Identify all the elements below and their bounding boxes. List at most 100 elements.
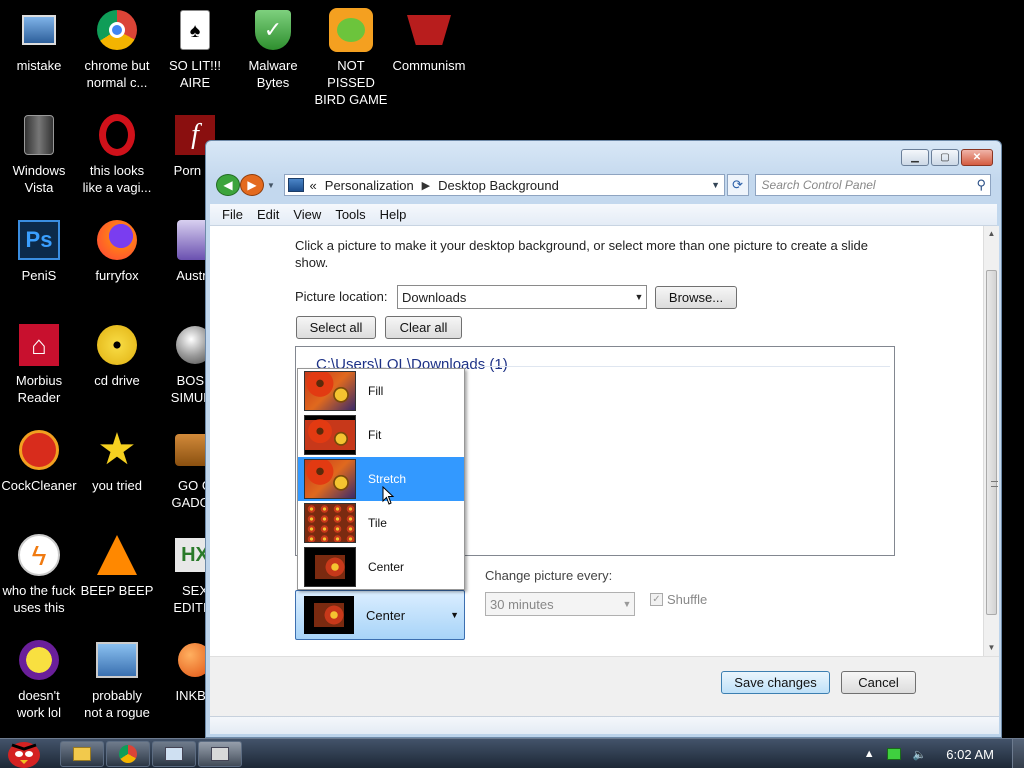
desktop-icon-lightning[interactable]: ϟ who the fuck uses this: [0, 531, 78, 616]
forward-button[interactable]: ▶: [240, 174, 264, 196]
position-option-stretch[interactable]: Stretch: [298, 457, 464, 501]
desktop-icon-vlc-cone[interactable]: BEEP BEEP: [78, 531, 156, 599]
desktop-icon-solitaire[interactable]: ♠ SO LIT!!! AIRE: [156, 6, 234, 91]
breadcrumb-desktop-background[interactable]: Desktop Background: [438, 178, 559, 193]
desktop-icon-label: furryfox: [95, 268, 139, 283]
shuffle-checkbox[interactable]: ✓ Shuffle: [650, 592, 707, 607]
desktop-icon-trash-can[interactable]: Windows Vista: [0, 111, 78, 196]
desktop-icon-label: SO LIT!!! AIRE: [168, 58, 221, 90]
picture-position-select[interactable]: Center ▼: [295, 590, 465, 640]
cancel-button[interactable]: Cancel: [841, 671, 916, 694]
desktop-icon-label: NOT PISSED BIRD GAME: [314, 58, 388, 107]
desktop-icon-star[interactable]: ★ you tried: [78, 426, 156, 494]
cd-icon: [93, 321, 141, 369]
desktop-icon-gears-monitor[interactable]: probably not a rogue: [78, 636, 156, 721]
menu-view[interactable]: View: [286, 207, 328, 222]
position-option-center[interactable]: Center: [298, 545, 464, 589]
back-button[interactable]: ◀: [216, 174, 240, 196]
desktop-icon-label: chrome but normal c...: [84, 58, 150, 90]
picture-location-select[interactable]: Downloads ▼: [397, 285, 647, 309]
clear-all-button[interactable]: Clear all: [385, 316, 462, 339]
breadcrumb-personalization[interactable]: Personalization: [325, 178, 414, 193]
taskbar-explorer-button[interactable]: [60, 741, 104, 767]
close-button[interactable]: ✕: [961, 149, 993, 166]
maximize-button[interactable]: ▢: [931, 149, 959, 166]
taskbar-control-panel-button[interactable]: [198, 741, 242, 767]
stretch-thumbnail: [304, 459, 356, 499]
taskbar-chrome-button[interactable]: [106, 741, 150, 767]
center-thumbnail: [304, 547, 356, 587]
navigation-bar: ◀ ▶ ▼ « Personalization ▶ Desktop Backgr…: [216, 173, 991, 197]
address-bar[interactable]: « Personalization ▶ Desktop Background ▼: [283, 174, 725, 196]
position-option-label: Stretch: [368, 472, 407, 486]
desktop-icon-ccleaner[interactable]: CockCleaner: [0, 426, 78, 494]
menu-file[interactable]: File: [210, 207, 250, 222]
mouse-cursor-icon: [382, 486, 395, 505]
checkbox-check-icon[interactable]: ✓: [650, 593, 663, 606]
show-hidden-icons[interactable]: ▲: [864, 748, 875, 760]
menu-help[interactable]: Help: [373, 207, 414, 222]
desktop-icon-computer[interactable]: mistake: [0, 6, 78, 74]
show-desktop-button[interactable]: [1012, 739, 1024, 768]
position-option-tile[interactable]: Tile: [298, 501, 464, 545]
start-button[interactable]: [2, 733, 46, 768]
recent-pages-dropdown-icon[interactable]: ▼: [267, 181, 275, 190]
address-dropdown-icon[interactable]: ▼: [708, 180, 724, 190]
position-option-label: Fill: [368, 384, 384, 398]
search-input[interactable]: Search Control Panel ⚲: [754, 174, 991, 196]
desktop-icon-label: BEEP BEEP: [80, 583, 154, 598]
network-icon[interactable]: [886, 748, 901, 760]
desktop-icon-chrome[interactable]: chrome but normal c...: [78, 6, 156, 91]
chevron-down-icon: ▼: [634, 292, 644, 302]
desktop-icon-opera[interactable]: this looks like a vagi...: [78, 111, 156, 196]
picture-location-value: Downloads: [402, 289, 467, 305]
desktop-icon-label: Communism: [392, 58, 466, 73]
volume-icon[interactable]: 🔈: [913, 748, 927, 761]
taskbar: ▲ 🔈 6:02 AM: [0, 738, 1024, 768]
taskbar-window-button[interactable]: [152, 741, 196, 767]
change-picture-label: Change picture every:: [485, 568, 613, 583]
position-option-fit[interactable]: Fit: [298, 413, 464, 457]
footer-bar: Save changes Cancel: [210, 656, 999, 716]
interval-value: 30 minutes: [490, 596, 554, 612]
breadcrumb-overflow[interactable]: «: [310, 178, 317, 193]
desktop-icon-yahoo[interactable]: doesn't work lol: [0, 636, 78, 721]
position-option-label: Tile: [368, 516, 387, 530]
desktop-icon-green-pig[interactable]: NOT PISSED BIRD GAME: [312, 6, 390, 108]
position-option-fill[interactable]: Fill: [298, 369, 464, 413]
scrollbar-thumb[interactable]: [986, 270, 998, 615]
scroll-down-icon[interactable]: ▼: [984, 640, 999, 656]
menu-edit[interactable]: Edit: [250, 207, 286, 222]
desktop-icon-label: doesn't work lol: [16, 688, 62, 720]
refresh-button[interactable]: ⟳: [726, 174, 749, 196]
browse-button[interactable]: Browse...: [655, 286, 737, 309]
picture-position-menu: Fill Fit Stretch Tile Center: [297, 368, 465, 590]
vertical-scrollbar[interactable]: ▲ ▼: [983, 226, 999, 656]
desktop-icon-shield[interactable]: ✓ Malware Bytes: [234, 6, 312, 91]
yahoo-icon: [15, 636, 63, 684]
interval-select[interactable]: 30 minutes ▼: [485, 592, 635, 616]
desktop-icon-photoshop[interactable]: Ps PeniS: [0, 216, 78, 284]
select-all-button[interactable]: Select all: [296, 316, 376, 339]
star-icon: ★: [97, 425, 137, 474]
pdf-icon: ⌂: [15, 321, 63, 369]
chrome-icon: [119, 745, 137, 763]
desktop-icon-firefox[interactable]: furryfox: [78, 216, 156, 284]
desktop-icon-label: probably not a rogue: [84, 688, 150, 720]
save-changes-button[interactable]: Save changes: [721, 671, 830, 694]
tile-thumbnail: [304, 503, 356, 543]
menu-tools[interactable]: Tools: [328, 207, 372, 222]
clock[interactable]: 6:02 AM: [946, 747, 994, 762]
search-icon[interactable]: ⚲: [976, 177, 986, 193]
desktop-icon-label: Windows Vista: [12, 163, 66, 195]
desktop-icon-pdf[interactable]: ⌂ Morbius Reader: [0, 321, 78, 406]
chevron-down-icon: ▼: [622, 599, 632, 609]
desktop-icon-label: you tried: [92, 478, 142, 493]
system-tray: ▲ 🔈 6:02 AM: [858, 739, 1024, 768]
desktop-icon-cd[interactable]: cd drive: [78, 321, 156, 389]
breadcrumb-chevron-icon[interactable]: ▶: [422, 179, 430, 192]
desktop-icon-red-emblem[interactable]: Communism: [390, 6, 468, 74]
minimize-button[interactable]: ▁: [901, 149, 929, 166]
scroll-up-icon[interactable]: ▲: [984, 226, 999, 242]
lightning-icon: ϟ: [15, 531, 63, 579]
